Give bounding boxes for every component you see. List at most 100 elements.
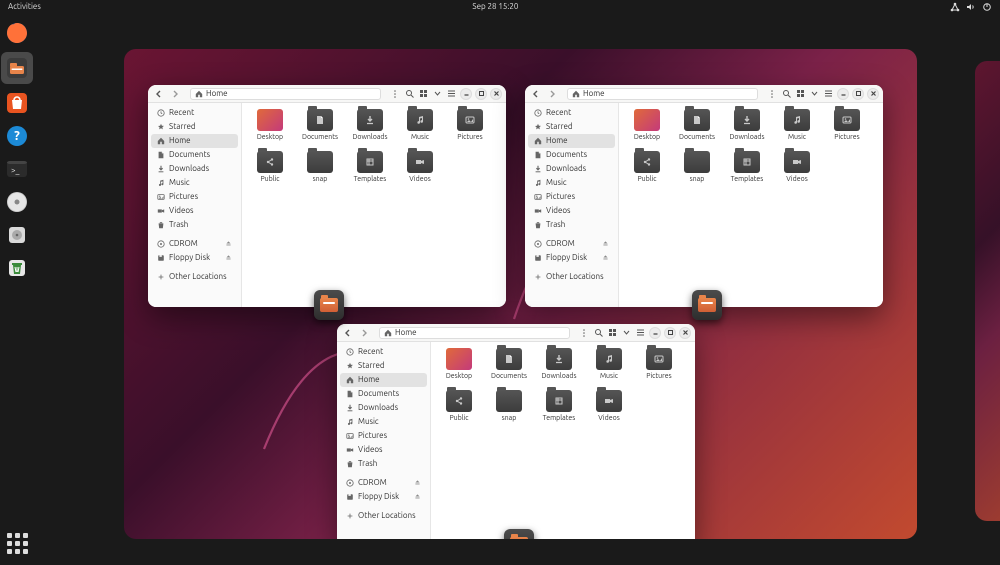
- view-grid-button[interactable]: [606, 327, 618, 339]
- sidebar-item-documents[interactable]: Documents: [151, 148, 238, 162]
- files-window[interactable]: Home RecentStarredHomeDocumentsDownloads…: [148, 85, 506, 307]
- sidebar-item-starred[interactable]: Starred: [151, 120, 238, 134]
- eject-icon[interactable]: [225, 240, 232, 249]
- path-bar[interactable]: Home: [567, 88, 758, 100]
- window-close-button[interactable]: [867, 88, 879, 100]
- folder-music[interactable]: Music: [777, 109, 817, 141]
- power-icon[interactable]: [982, 2, 992, 12]
- clock[interactable]: Sep 28 15:20: [41, 2, 950, 11]
- folder-public[interactable]: Public: [250, 151, 290, 183]
- nav-back-button[interactable]: [529, 87, 543, 101]
- folder-pictures[interactable]: Pictures: [639, 348, 679, 380]
- sidebar-toggle-button[interactable]: [766, 88, 778, 100]
- sidebar-item-pictures[interactable]: Pictures: [528, 190, 615, 204]
- folder-snap[interactable]: snap: [489, 390, 529, 422]
- sidebar-mount-floppy[interactable]: Floppy Disk: [340, 490, 427, 504]
- folder-documents[interactable]: Documents: [677, 109, 717, 141]
- folder-downloads[interactable]: Downloads: [727, 109, 767, 141]
- sidebar-mount-floppy[interactable]: Floppy Disk: [151, 251, 238, 265]
- sidebar-mount-cdrom[interactable]: CDROM: [151, 237, 238, 251]
- sidebar-item-videos[interactable]: Videos: [340, 443, 427, 457]
- folder-snap[interactable]: snap: [300, 151, 340, 183]
- sidebar-other-locations[interactable]: Other Locations: [528, 270, 615, 284]
- software-icon[interactable]: [3, 89, 31, 117]
- folder-snap[interactable]: snap: [677, 151, 717, 183]
- sidebar-item-downloads[interactable]: Downloads: [151, 162, 238, 176]
- sidebar-item-music[interactable]: Music: [340, 415, 427, 429]
- window-maximize-button[interactable]: [664, 327, 676, 339]
- sidebar-other-locations[interactable]: Other Locations: [151, 270, 238, 284]
- sidebar-item-home[interactable]: Home: [151, 134, 238, 148]
- window-close-button[interactable]: [490, 88, 502, 100]
- sidebar-item-starred[interactable]: Starred: [340, 359, 427, 373]
- folder-desktop[interactable]: Desktop: [627, 109, 667, 141]
- folder-templates[interactable]: Templates: [539, 390, 579, 422]
- hamburger-menu-button[interactable]: [634, 327, 646, 339]
- sidebar-mount-cdrom[interactable]: CDROM: [340, 476, 427, 490]
- nav-forward-button[interactable]: [357, 326, 371, 340]
- view-dropdown-button[interactable]: [431, 88, 443, 100]
- sidebar-item-trash[interactable]: Trash: [340, 457, 427, 471]
- folder-pictures[interactable]: Pictures: [827, 109, 867, 141]
- folder-desktop[interactable]: Desktop: [439, 348, 479, 380]
- folder-public[interactable]: Public: [439, 390, 479, 422]
- help-icon[interactable]: ?: [3, 122, 31, 150]
- trash-icon[interactable]: [3, 254, 31, 282]
- nav-forward-button[interactable]: [168, 87, 182, 101]
- sidebar-item-downloads[interactable]: Downloads: [340, 401, 427, 415]
- firefox-icon[interactable]: [3, 19, 31, 47]
- nav-forward-button[interactable]: [545, 87, 559, 101]
- folder-desktop[interactable]: Desktop: [250, 109, 290, 141]
- search-button[interactable]: [592, 327, 604, 339]
- nav-back-button[interactable]: [341, 326, 355, 340]
- sidebar-item-music[interactable]: Music: [151, 176, 238, 190]
- sidebar-item-pictures[interactable]: Pictures: [340, 429, 427, 443]
- files-icon[interactable]: [1, 52, 33, 84]
- folder-public[interactable]: Public: [627, 151, 667, 183]
- sidebar-item-recent[interactable]: Recent: [151, 106, 238, 120]
- sidebar-mount-cdrom[interactable]: CDROM: [528, 237, 615, 251]
- view-dropdown-button[interactable]: [808, 88, 820, 100]
- window-minimize-button[interactable]: [460, 88, 472, 100]
- window-maximize-button[interactable]: [475, 88, 487, 100]
- sidebar-item-documents[interactable]: Documents: [340, 387, 427, 401]
- view-dropdown-button[interactable]: [620, 327, 632, 339]
- eject-icon[interactable]: [602, 254, 609, 263]
- files-content[interactable]: Desktop Documents Downloads Music Pictures Pu…: [619, 103, 883, 307]
- folder-downloads[interactable]: Downloads: [539, 348, 579, 380]
- folder-videos[interactable]: Videos: [777, 151, 817, 183]
- sidebar-other-locations[interactable]: Other Locations: [340, 509, 427, 523]
- workspace-current[interactable]: Home RecentStarredHomeDocumentsDownloads…: [124, 49, 917, 539]
- hamburger-menu-button[interactable]: [822, 88, 834, 100]
- folder-documents[interactable]: Documents: [300, 109, 340, 141]
- sidebar-item-trash[interactable]: Trash: [528, 218, 615, 232]
- disc-icon[interactable]: [3, 188, 31, 216]
- path-bar[interactable]: Home: [190, 88, 381, 100]
- sidebar-item-recent[interactable]: Recent: [528, 106, 615, 120]
- sidebar-item-home[interactable]: Home: [340, 373, 427, 387]
- folder-downloads[interactable]: Downloads: [350, 109, 390, 141]
- show-apps-button[interactable]: [3, 529, 31, 557]
- sidebar-toggle-button[interactable]: [578, 327, 590, 339]
- activities-button[interactable]: Activities: [8, 2, 41, 11]
- files-window[interactable]: Home RecentStarredHomeDocumentsDownloads…: [337, 324, 695, 539]
- disks-icon[interactable]: [3, 221, 31, 249]
- sidebar-item-trash[interactable]: Trash: [151, 218, 238, 232]
- sidebar-item-videos[interactable]: Videos: [151, 204, 238, 218]
- workspace-next[interactable]: [975, 61, 1000, 521]
- window-minimize-button[interactable]: [649, 327, 661, 339]
- folder-music[interactable]: Music: [400, 109, 440, 141]
- files-content[interactable]: DesktopDocumentsDownloadsMusicPicturesPu…: [242, 103, 506, 307]
- sidebar-toggle-button[interactable]: [389, 88, 401, 100]
- sidebar-item-downloads[interactable]: Downloads: [528, 162, 615, 176]
- eject-icon[interactable]: [225, 254, 232, 263]
- sidebar-item-pictures[interactable]: Pictures: [151, 190, 238, 204]
- network-icon[interactable]: [950, 2, 960, 12]
- view-grid-button[interactable]: [794, 88, 806, 100]
- folder-music[interactable]: Music: [589, 348, 629, 380]
- sidebar-item-recent[interactable]: Recent: [340, 345, 427, 359]
- window-close-button[interactable]: [679, 327, 691, 339]
- eject-icon[interactable]: [602, 240, 609, 249]
- hamburger-menu-button[interactable]: [445, 88, 457, 100]
- sidebar-item-home[interactable]: Home: [528, 134, 615, 148]
